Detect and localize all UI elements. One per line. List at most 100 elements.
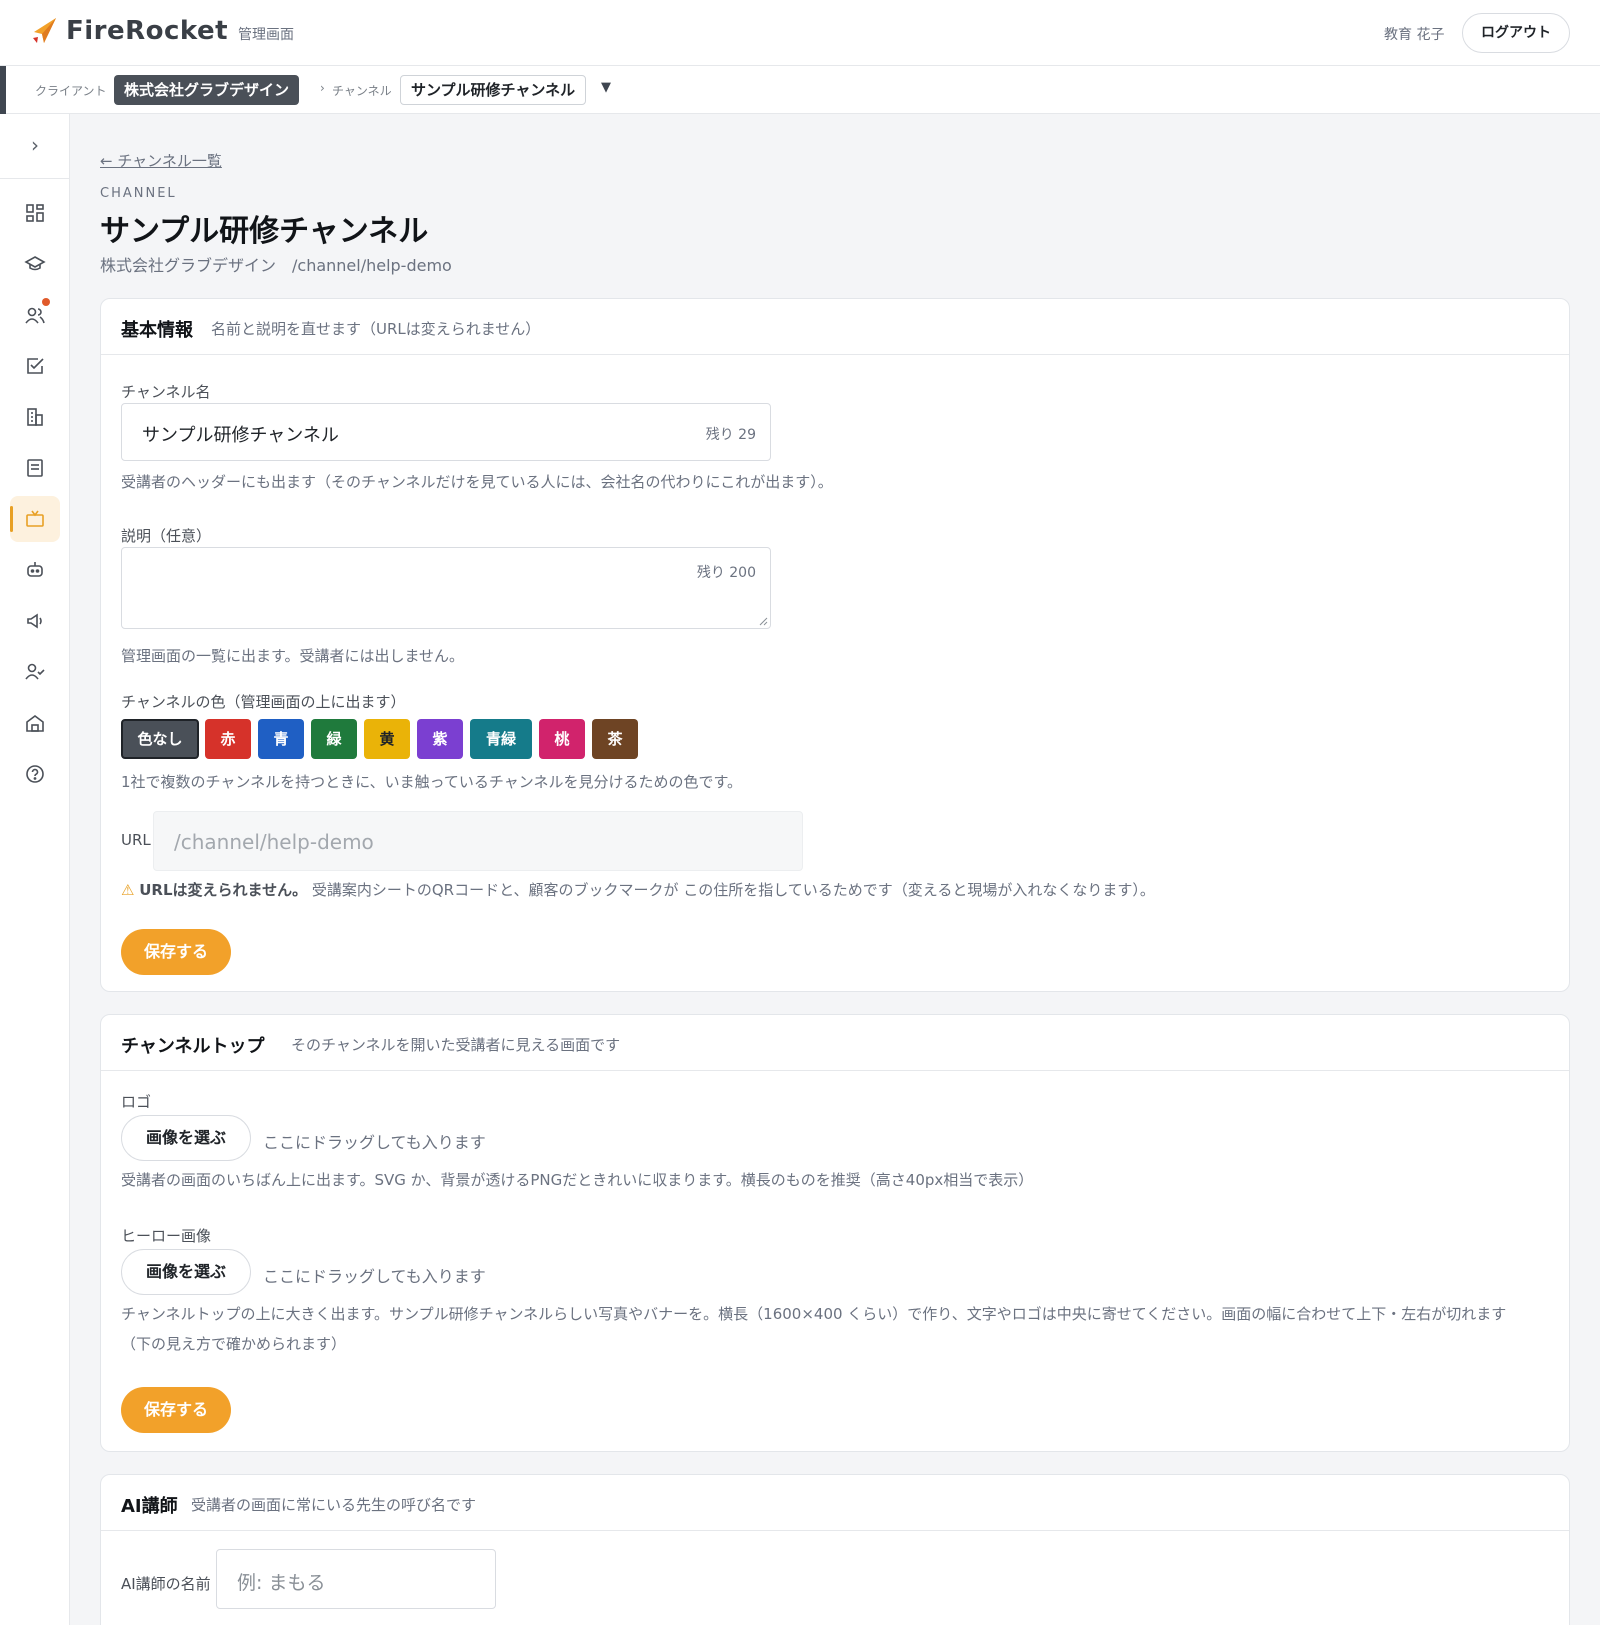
channel-name-counter: 残り 29 — [705, 427, 756, 443]
sidebar-item-documents[interactable] — [10, 445, 60, 491]
user-check-icon — [25, 663, 45, 680]
url-value: /channel/help-demo — [174, 830, 374, 854]
sidebar-divider — [0, 178, 70, 179]
sidebar-item-channels[interactable] — [10, 496, 60, 542]
logout-button[interactable]: ログアウト — [1462, 13, 1570, 53]
description-label: 説明（任意） — [121, 527, 212, 545]
ai-teacher-name-input[interactable]: 例: まもる — [216, 1549, 496, 1609]
description-textarea[interactable]: 残り 200 — [121, 547, 771, 629]
url-warning-title: URLは変えられません。 — [139, 881, 308, 899]
color-swatch-pink[interactable]: 桃 — [539, 719, 585, 759]
page-eyebrow: CHANNEL — [100, 186, 177, 201]
building-icon — [27, 408, 43, 426]
logo-label: ロゴ — [121, 1093, 152, 1111]
page-title: サンプル研修チャンネル — [100, 214, 429, 249]
sidebar-item-dashboard[interactable] — [10, 190, 60, 236]
channel-selector[interactable]: サンプル研修チャンネル — [400, 75, 587, 105]
sidebar-item-companies[interactable] — [10, 394, 60, 440]
dashboard-icon — [26, 204, 44, 222]
top-header: FireRocket 管理画面 教育 花子 ログアウト — [0, 0, 1600, 66]
color-swatch-green[interactable]: 緑 — [311, 719, 357, 759]
basic-info-card: 基本情報 名前と説明を直せます（URLは変えられません） チャンネル名 サンプル… — [100, 298, 1570, 992]
main-content: ← チャンネル一覧 CHANNEL サンプル研修チャンネル 株式会社グラブデザイ… — [70, 114, 1600, 1625]
sidebar-item-home[interactable] — [10, 700, 60, 746]
description-hint: 管理画面の一覧に出ます。受講者には出しません。 — [121, 647, 465, 665]
ai-teacher-name-placeholder: 例: まもる — [237, 1572, 326, 1594]
url-label: URL — [121, 831, 151, 849]
hero-image-label: ヒーロー画像 — [121, 1227, 212, 1245]
card-title: 基本情報 — [121, 320, 193, 341]
logo-hint: 受講者の画面のいちばん上に出ます。SVG か、背景が透けるPNGだときれいに収ま… — [121, 1171, 1034, 1189]
color-swatch-brown[interactable]: 茶 — [592, 719, 638, 759]
megaphone-icon — [27, 613, 42, 629]
sidebar-item-help[interactable] — [10, 751, 60, 797]
ai-teacher-card: AI講師 受講者の画面に常にいる先生の呼び名です AI講師の名前 例: まもる — [100, 1474, 1570, 1625]
hero-drop-zone-hint[interactable]: ここにドラッグしても入ります — [263, 1263, 486, 1287]
channel-color-label: チャンネルの色（管理画面の上に出ます） — [121, 693, 406, 711]
robot-icon — [27, 562, 43, 577]
save-channel-top-button[interactable]: 保存する — [121, 1387, 231, 1433]
tv-channel-icon — [26, 510, 44, 527]
context-breadcrumb: クライアント 株式会社グラブデザイン › チャンネル サンプル研修チャンネル ▼ — [0, 66, 1600, 114]
url-warning: ⚠ URLは変えられません。 受講案内シートのQRコードと、顧客のブックマークが… — [121, 879, 1155, 900]
color-swatch-teal[interactable]: 青緑 — [470, 719, 532, 759]
card-description: 受講者の画面に常にいる先生の呼び名です — [191, 1496, 477, 1514]
graduation-cap-icon — [24, 256, 46, 271]
hero-pick-image-button[interactable]: 画像を選ぶ — [121, 1249, 251, 1295]
home-icon — [26, 715, 44, 732]
channel-color-hint: 1社で複数のチャンネルを持つときに、いま触っているチャンネルを見分けるための色で… — [121, 773, 742, 791]
color-swatch-purple[interactable]: 紫 — [417, 719, 463, 759]
sidebar-item-ai[interactable] — [10, 547, 60, 593]
channel-name-hint: 受講者のヘッダーにも出ます（そのチャンネルだけを見ている人には、会社名の代わりに… — [121, 473, 833, 491]
user-name: 教育 花子 — [1384, 27, 1445, 43]
card-description: 名前と説明を直せます（URLは変えられません） — [211, 320, 541, 338]
card-description: そのチャンネルを開いた受講者に見える画面です — [291, 1036, 621, 1054]
channel-label: チャンネル — [332, 84, 392, 98]
client-selector[interactable]: 株式会社グラブデザイン — [114, 75, 300, 105]
ai-teacher-name-label: AI講師の名前 — [121, 1575, 211, 1593]
sidebar-item-attendance[interactable] — [10, 649, 60, 695]
notification-dot — [42, 298, 50, 306]
help-icon — [26, 765, 44, 783]
color-swatch-yellow[interactable]: 黄 — [364, 719, 410, 759]
card-header: AI講師 受講者の画面に常にいる先生の呼び名です — [101, 1475, 1569, 1531]
url-field-readonly: /channel/help-demo — [153, 811, 803, 871]
rocket-logo-icon — [33, 18, 56, 43]
color-swatch-red[interactable]: 赤 — [205, 719, 251, 759]
sidebar-item-tasks[interactable] — [10, 343, 60, 389]
card-header: 基本情報 名前と説明を直せます（URLは変えられません） — [101, 299, 1569, 355]
brand-subtitle: 管理画面 — [238, 27, 294, 43]
warning-icon: ⚠ — [121, 881, 135, 899]
channel-name-value: サンプル研修チャンネル — [142, 425, 339, 446]
client-label: クライアント — [35, 84, 107, 98]
sidebar-item-announcements[interactable] — [10, 598, 60, 644]
card-header: チャンネルトップ そのチャンネルを開いた受講者に見える画面です — [101, 1015, 1569, 1071]
document-icon — [27, 459, 43, 477]
sidebar: › — [0, 114, 70, 1625]
checklist-icon — [27, 358, 44, 374]
logo-pick-image-button[interactable]: 画像を選ぶ — [121, 1115, 251, 1161]
channel-top-card: チャンネルトップ そのチャンネルを開いた受講者に見える画面です ロゴ 画像を選ぶ… — [100, 1014, 1570, 1452]
save-basic-button[interactable]: 保存する — [121, 929, 231, 975]
color-swatch-none[interactable]: 色なし — [121, 719, 199, 759]
card-title: AI講師 — [121, 1496, 178, 1517]
logo-drop-zone-hint[interactable]: ここにドラッグしても入ります — [263, 1129, 486, 1153]
chevron-down-icon[interactable]: ▼ — [601, 80, 611, 95]
url-warning-text: 受講案内シートのQRコードと、顧客のブックマークが この住所を指しているためです… — [311, 881, 1155, 899]
color-swatch-blue[interactable]: 青 — [258, 719, 304, 759]
channel-name-input[interactable]: サンプル研修チャンネル 残り 29 — [121, 403, 771, 461]
resize-handle-icon[interactable] — [758, 616, 768, 626]
breadcrumb-separator: › — [320, 81, 325, 95]
channel-color-accent — [0, 66, 6, 114]
sidebar-item-courses[interactable] — [10, 241, 60, 287]
channel-name-label: チャンネル名 — [121, 383, 211, 401]
back-to-channel-list-link[interactable]: ← チャンネル一覧 — [100, 150, 222, 171]
description-counter: 残り 200 — [696, 565, 756, 581]
hero-image-hint: チャンネルトップの上に大きく出ます。サンプル研修チャンネルらしい写真やバナーを。… — [121, 1305, 1507, 1353]
users-icon — [25, 307, 45, 324]
card-title: チャンネルトップ — [121, 1036, 265, 1057]
sidebar-item-users[interactable] — [10, 292, 60, 338]
page-subtitle: 株式会社グラブデザイン /channel/help-demo — [100, 256, 452, 275]
sidebar-expand-icon[interactable]: › — [22, 132, 48, 158]
brand-name[interactable]: FireRocket — [66, 16, 228, 46]
